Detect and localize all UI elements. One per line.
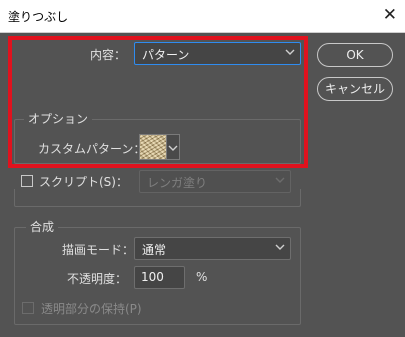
opacity-unit: % [196,270,208,284]
blend-mode-label: 描画モード： [62,243,135,257]
chevron-down-icon [275,177,285,183]
window-title: 塗りつぶし [8,10,69,24]
cancel-button[interactable]: キャンセル [317,77,393,101]
ok-button[interactable]: OK [317,43,393,67]
options-legend: オプション [24,110,93,127]
opacity-input[interactable]: 100 [134,266,185,289]
script-group-border [14,189,301,207]
script-checkbox[interactable] [21,175,33,187]
pattern-picker-dropdown[interactable] [167,134,180,160]
script-label: スクリプト(S)： [39,175,128,189]
blend-legend: 合成 [26,218,59,235]
chevron-down-icon [285,49,295,55]
title-bar: 塗りつぶし ✕ [0,0,405,33]
contents-select-value: パターン [142,48,190,62]
blend-mode-select[interactable]: 通常 [134,237,291,260]
opacity-value: 100 [141,270,164,284]
chevron-down-icon [168,145,178,151]
custom-pattern-label: カスタムパターン： [38,142,146,156]
preserve-transparency-label: 透明部分の保持(P) [41,302,142,316]
contents-select[interactable]: パターン [134,42,301,65]
opacity-label: 不透明度： [67,272,128,286]
preserve-transparency-checkbox[interactable] [22,302,34,314]
contents-label: 内容： [90,48,127,62]
pattern-swatch[interactable] [139,134,167,160]
close-icon[interactable]: ✕ [383,5,397,25]
blend-mode-value: 通常 [142,243,167,257]
chevron-down-icon [275,244,285,250]
